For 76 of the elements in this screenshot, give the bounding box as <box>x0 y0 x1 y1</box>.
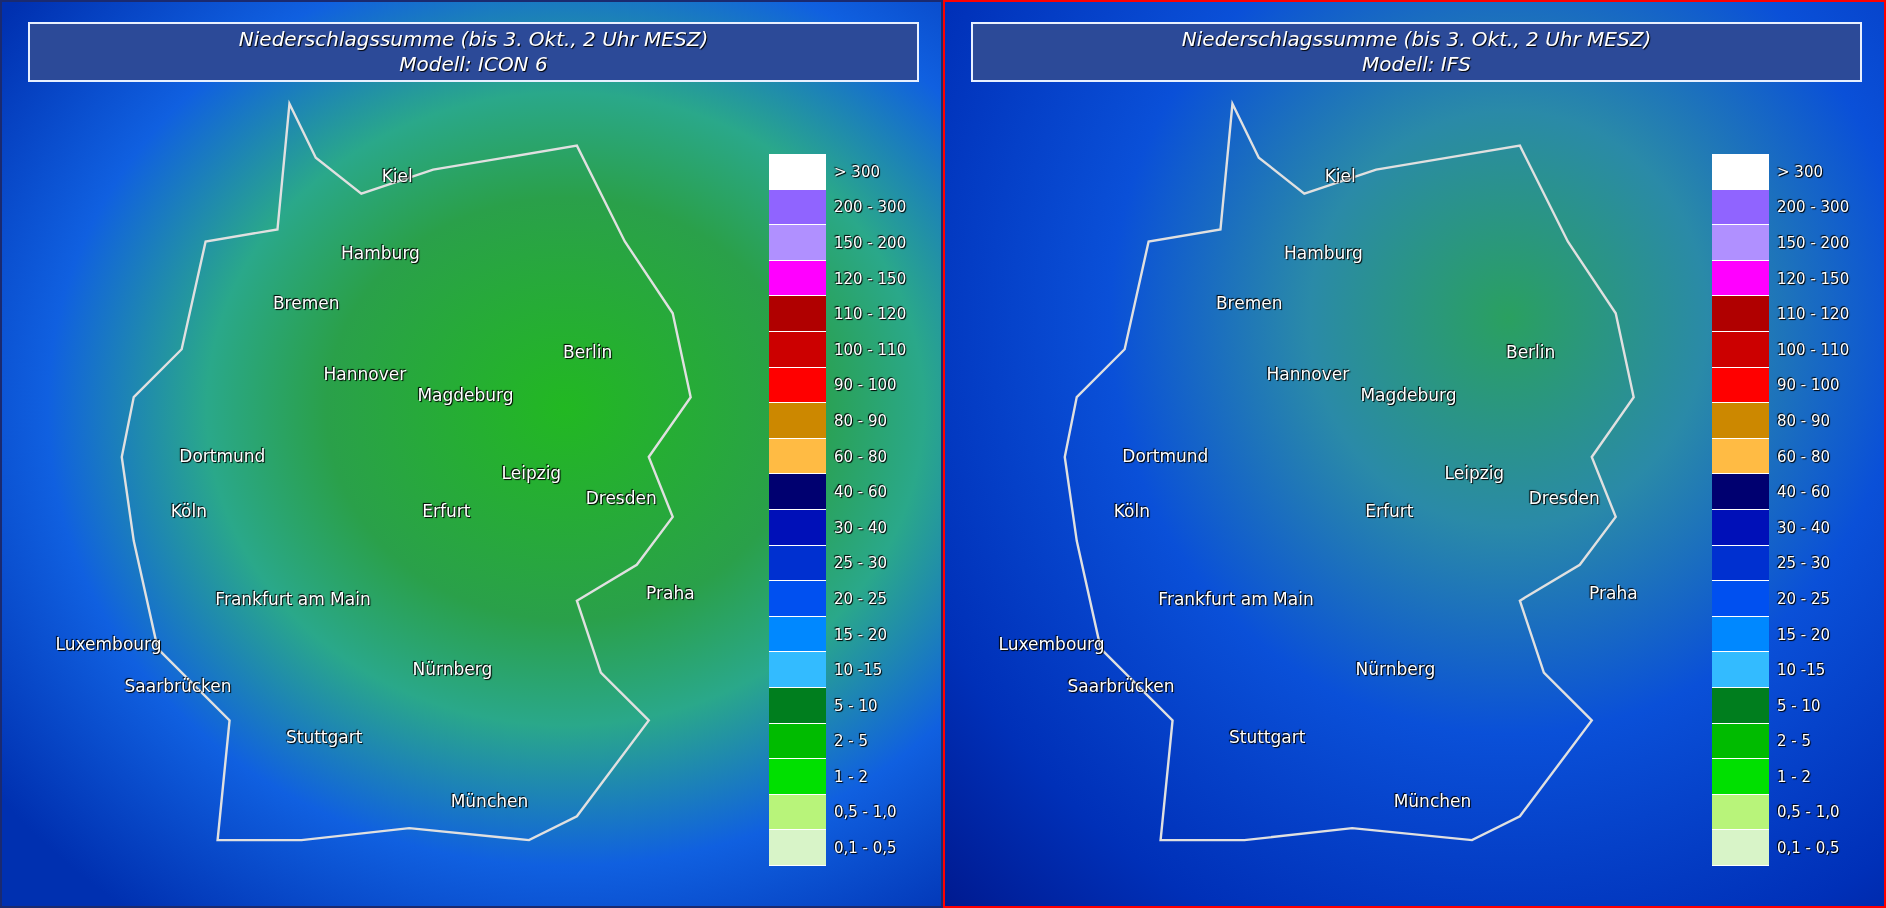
legend-label: 110 - 120 <box>834 305 907 324</box>
city-label: Hamburg <box>1284 243 1363 264</box>
city-label: Köln <box>1113 500 1150 521</box>
city-label: Berlin <box>1506 341 1556 362</box>
legend-label: 1 - 2 <box>834 767 869 786</box>
city-label: Erfurt <box>422 500 471 521</box>
city-label: München <box>450 790 529 811</box>
legend-label: 40 - 60 <box>834 483 888 502</box>
city-label: Leipzig <box>501 462 562 483</box>
legend-label: 1 - 2 <box>1777 767 1812 786</box>
legend-label: 25 - 30 <box>834 554 888 573</box>
legend-label: 200 - 300 <box>834 198 907 217</box>
legend-label: 200 - 300 <box>1777 198 1850 217</box>
city-label: Stuttgart <box>285 727 363 748</box>
city-label: Hannover <box>323 364 407 385</box>
legend-label: 80 - 90 <box>1777 411 1831 430</box>
legend-label: 30 - 40 <box>834 518 888 537</box>
city-label: Bremen <box>272 292 340 313</box>
legend-label: 5 - 10 <box>1777 696 1821 715</box>
legend-label: 10 -15 <box>1777 661 1826 680</box>
legend-label: 30 - 40 <box>1777 518 1831 537</box>
map-title: Niederschlagssumme (bis 3. Okt., 2 Uhr MESZ) <box>1181 27 1652 52</box>
legend-label: 20 - 25 <box>834 589 888 608</box>
legend-label: 90 - 100 <box>834 376 897 395</box>
legend-label: 25 - 30 <box>1777 554 1831 573</box>
legend-label: 20 - 25 <box>1777 589 1831 608</box>
legend-label: 90 - 100 <box>1777 376 1840 395</box>
city-label: Magdeburg <box>1360 384 1457 405</box>
legend-label: 120 - 150 <box>834 269 907 288</box>
legend-label: 60 - 80 <box>1777 447 1831 466</box>
city-label: Praha <box>646 583 695 604</box>
city-label: Frankfurt am Main <box>1158 589 1314 610</box>
city-label: Stuttgart <box>1228 727 1306 748</box>
city-label: Berlin <box>563 341 613 362</box>
city-label: München <box>1393 790 1472 811</box>
legend-label: 2 - 5 <box>1777 732 1812 751</box>
legend-label: 150 - 200 <box>834 234 907 252</box>
legend-label: > 300 <box>1777 162 1823 181</box>
city-label: Leipzig <box>1444 462 1505 483</box>
model-name: Modell: ICON 6 <box>399 52 548 77</box>
city-label: Kiel <box>381 165 413 186</box>
city-label: Praha <box>1589 583 1638 604</box>
city-label: Frankfurt am Main <box>215 589 371 610</box>
city-label: Nürnberg <box>1355 658 1436 679</box>
legend-label: 100 - 110 <box>834 340 907 359</box>
legend-label: 15 - 20 <box>834 625 888 644</box>
legend-label: 80 - 90 <box>834 411 888 430</box>
legend-label: 0,5 - 1,0 <box>834 803 897 822</box>
legend-label: 0,1 - 0,5 <box>1777 839 1840 858</box>
legend-label: 15 - 20 <box>1777 625 1831 644</box>
city-label: Erfurt <box>1365 500 1414 521</box>
legend-label: 10 -15 <box>834 661 883 680</box>
city-label: Hannover <box>1266 364 1350 385</box>
legend-label: > 300 <box>834 162 880 181</box>
city-label: Kiel <box>1324 165 1356 186</box>
legend-label: 0,5 - 1,0 <box>1777 803 1840 822</box>
city-label: Dortmund <box>179 445 266 466</box>
city-label: Bremen <box>1215 292 1283 313</box>
legend-label: 2 - 5 <box>834 732 869 751</box>
city-label: Dresden <box>1528 487 1600 508</box>
legend-label: 0,1 - 0,5 <box>834 839 897 858</box>
model-name: Modell: IFS <box>1362 52 1471 77</box>
legend-label: 150 - 200 <box>1777 234 1850 252</box>
legend-label: 60 - 80 <box>834 447 888 466</box>
legend-label: 110 - 120 <box>1777 305 1850 324</box>
city-label: Hamburg <box>341 243 420 264</box>
legend-label: 5 - 10 <box>834 696 878 715</box>
map-title: Niederschlagssumme (bis 3. Okt., 2 Uhr MESZ) <box>238 27 709 52</box>
legend-label: 120 - 150 <box>1777 269 1850 288</box>
city-label: Köln <box>170 500 207 521</box>
legend-label: 100 - 110 <box>1777 340 1850 359</box>
city-label: Nürnberg <box>412 658 493 679</box>
legend-label: 40 - 60 <box>1777 483 1831 502</box>
city-label: Dresden <box>585 487 657 508</box>
city-label: Magdeburg <box>417 384 514 405</box>
city-label: Dortmund <box>1122 445 1209 466</box>
